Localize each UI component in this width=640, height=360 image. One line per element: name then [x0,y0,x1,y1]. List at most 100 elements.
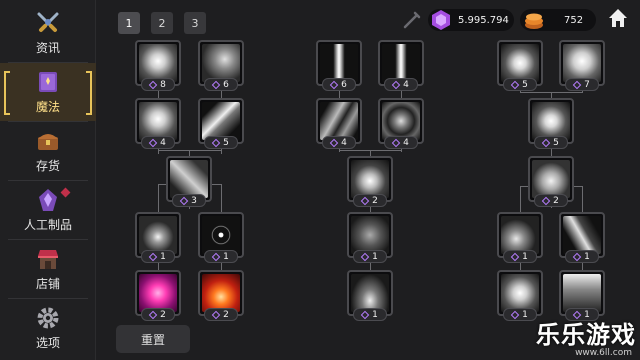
skill-icon [382,44,420,82]
sidebar-item-artifacts[interactable]: 人工制品 [0,181,96,239]
swords-icon [35,10,61,36]
sidebar-item-label: 选项 [35,336,60,350]
selection-bracket-left [4,71,10,115]
skill-level-value: 1 [372,251,378,262]
skill-level-value: 4 [403,137,409,148]
skill-level-badge: 5 [204,136,238,149]
coin-stack-icon [522,9,546,31]
level-diamond-icon [211,252,221,261]
sidebar-item-info[interactable]: 资讯 [0,4,96,62]
coin-counter: 752 [520,9,596,31]
level-diamond-icon [148,310,158,319]
level-diamond-icon [360,252,370,261]
sidebar-item-magic[interactable]: 魔法 [0,63,96,121]
skill-icon [532,160,570,198]
level-diamond-icon [541,138,551,147]
shop-icon [35,246,61,272]
level-diamond-icon [329,138,339,147]
skill-level-value: 4 [160,137,166,148]
skill-icon [170,160,208,198]
tab-2[interactable]: 2 [151,12,173,34]
level-diamond-icon [179,196,189,205]
skill-level-badge: 6 [322,78,356,91]
level-diamond-icon [360,310,370,319]
connector-line [158,150,222,151]
skill-level-value: 2 [160,309,166,320]
skill-level-value: 7 [584,79,590,90]
skill-level-badge: 1 [565,250,599,263]
magic-screen: 资讯 魔法 存货 人工制品 店铺 选项 1 2 3 5.995.794 752 … [0,0,640,360]
home-button[interactable] [606,6,630,30]
skill-level-badge: 4 [141,136,175,149]
skill-level-value: 8 [160,79,166,90]
skill-level-badge: 2 [204,308,238,321]
skill-level-badge: 4 [384,78,418,91]
level-diamond-icon [541,196,551,205]
skill-level-badge: 1 [204,250,238,263]
skill-level-value: 2 [553,195,559,206]
skill-level-badge: 6 [204,78,238,91]
sidebar-item-shop[interactable]: 店铺 [0,240,96,298]
skill-icon [501,216,539,254]
skill-level-badge: 1 [141,250,175,263]
skill-level-value: 1 [584,251,590,262]
skill-level-value: 5 [223,137,229,148]
reset-button[interactable]: 重置 [116,325,190,353]
level-diamond-icon [211,310,221,319]
sidebar-item-label: 魔法 [35,100,60,114]
skill-level-badge: 5 [534,136,568,149]
sidebar-item-inventory[interactable]: 存货 [0,122,96,180]
skill-level-badge: 3 [172,194,206,207]
skill-icon [320,44,358,82]
skill-icon [139,102,177,140]
level-diamond-icon [360,196,370,205]
skill-level-badge: 1 [353,308,387,321]
level-diamond-icon [572,80,582,89]
skill-icon [563,216,601,254]
skill-icon [351,160,389,198]
skill-icon [501,44,539,82]
skill-level-badge: 2 [353,194,387,207]
gem-counter: 5.995.794 [428,9,514,31]
tab-3[interactable]: 3 [184,12,206,34]
skill-level-badge: 2 [534,194,568,207]
skill-level-value: 4 [341,137,347,148]
skill-icon [202,274,240,312]
tab-1[interactable]: 1 [118,12,140,34]
skill-level-badge: 4 [384,136,418,149]
connector-line [158,184,159,212]
chest-icon [35,128,61,154]
notification-dot [60,187,71,198]
skill-level-value: 2 [372,195,378,206]
connector-line [582,186,583,212]
watermark-text: 乐乐游戏 [536,321,636,349]
skill-level-badge: 4 [322,136,356,149]
crystal-icon [35,187,61,213]
skill-level-badge: 1 [503,250,537,263]
skill-level-badge: 8 [141,78,175,91]
level-diamond-icon [148,252,158,261]
skill-level-value: 5 [522,79,528,90]
skill-level-badge: 5 [503,78,537,91]
skill-icon [202,102,240,140]
connector-line [221,184,222,212]
skill-icon [139,44,177,82]
skill-icon [532,102,570,140]
skill-level-value: 1 [372,309,378,320]
skill-icon [139,274,177,312]
skill-icon [563,44,601,82]
level-diamond-icon [148,138,158,147]
sidebar-item-label: 人工制品 [23,218,72,232]
level-diamond-icon [510,310,520,319]
level-diamond-icon [329,80,339,89]
home-icon [609,9,627,27]
skill-level-value: 4 [403,79,409,90]
skill-icon [202,44,240,82]
level-diamond-icon [510,80,520,89]
sidebar-item-options[interactable]: 选项 [0,299,96,357]
skill-level-badge: 1 [353,250,387,263]
gem-amount: 5.995.794 [458,14,509,26]
level-diamond-icon [211,138,221,147]
skill-icon [563,274,601,312]
level-diamond-icon [572,252,582,261]
